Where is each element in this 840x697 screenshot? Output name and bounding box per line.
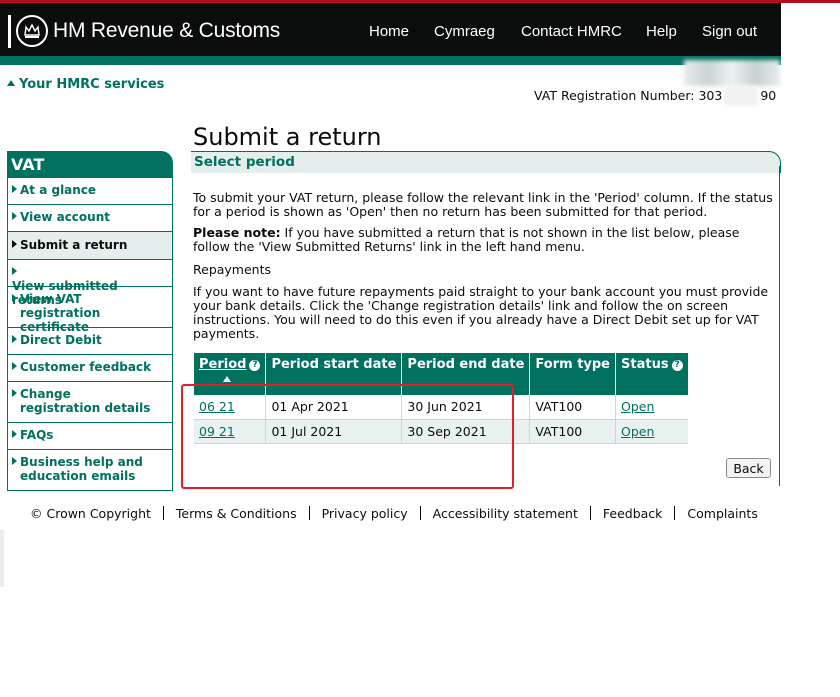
- form-type: VAT100: [529, 395, 617, 420]
- footer-feedback[interactable]: Feedback: [603, 506, 663, 521]
- sidebar-item-label: View account: [20, 210, 110, 224]
- triangle-right-icon: [12, 240, 17, 248]
- vat-number-label: VAT Registration Number: 303: [534, 88, 723, 103]
- status-link[interactable]: Open: [621, 424, 654, 439]
- nav-home[interactable]: Home: [369, 23, 409, 40]
- help-icon[interactable]: ?: [671, 360, 683, 371]
- triangle-right-icon: [12, 457, 17, 465]
- sidebar-item-label: At a glance: [20, 183, 97, 197]
- triangle-right-icon: [12, 212, 17, 220]
- nav-contact-hmrc[interactable]: Contact HMRC: [521, 23, 622, 40]
- footer-separator: [674, 506, 676, 520]
- intro-text: To submit your VAT return, please follow…: [193, 190, 773, 219]
- sort-up-icon: [223, 376, 231, 382]
- sidebar-item-label: Change registration details: [20, 387, 151, 415]
- services-link-label[interactable]: Your HMRC services: [19, 77, 164, 92]
- page-title: Submit a return: [193, 123, 382, 151]
- col-status: Status?: [615, 353, 688, 395]
- panel-header: Select period: [191, 151, 781, 173]
- triangle-right-icon: [12, 267, 17, 275]
- status-link[interactable]: Open: [621, 399, 654, 414]
- triangle-right-icon: [12, 430, 17, 438]
- footer-terms[interactable]: Terms & Conditions: [176, 506, 297, 521]
- annotation-highlight-box: [181, 384, 514, 489]
- sidebar-item-view-account[interactable]: View account: [7, 205, 173, 232]
- sidebar-item-change-registration-details[interactable]: Change registration details: [7, 382, 173, 423]
- footer-separator: [419, 506, 421, 520]
- redacted-area: [684, 60, 780, 86]
- sidebar-item-view-vat-certificate[interactable]: View VAT registration certificate: [7, 287, 173, 334]
- footer-separator: [308, 506, 310, 520]
- please-note-label: Please note:: [193, 225, 281, 240]
- panel-border: [779, 166, 780, 486]
- sidebar-item-submit-a-return[interactable]: Submit a return: [7, 232, 173, 260]
- site-header: HM Revenue & Customs Home Cymraeg Contac…: [0, 3, 781, 56]
- sidebar-item-business-help[interactable]: Business help and education emails: [7, 450, 173, 491]
- header-green-stripe: [0, 56, 781, 65]
- footer-crown-copyright[interactable]: © Crown Copyright: [30, 506, 151, 521]
- nav-sign-out[interactable]: Sign out: [702, 23, 757, 40]
- sidebar-item-label: Customer feedback: [20, 360, 152, 374]
- sort-period-link[interactable]: Period: [199, 357, 246, 372]
- footer-separator: [162, 506, 164, 520]
- header-divider: [8, 15, 11, 48]
- sidebar-item-faqs[interactable]: FAQs: [7, 423, 173, 450]
- footer-complaints[interactable]: Complaints: [687, 506, 757, 521]
- triangle-right-icon: [12, 389, 17, 397]
- repayments-text: If you want to have future repayments pa…: [193, 284, 769, 341]
- sidebar-item-at-a-glance[interactable]: At a glance: [7, 178, 173, 205]
- sidebar-item-label: Submit a return: [20, 238, 128, 252]
- footer-accessibility[interactable]: Accessibility statement: [433, 506, 578, 521]
- help-icon[interactable]: ?: [249, 360, 261, 371]
- panel-subtitle: Select period: [194, 154, 295, 170]
- form-type: VAT100: [529, 419, 617, 444]
- triangle-right-icon: [12, 335, 17, 343]
- triangle-up-icon: [7, 80, 15, 86]
- triangle-right-icon: [12, 362, 17, 370]
- sidebar-item-label: Direct Debit: [20, 333, 102, 347]
- nav-cymraeg[interactable]: Cymraeg: [434, 23, 495, 40]
- left-edge-scroll-strip: [0, 530, 4, 587]
- sidebar-item-view-submitted-returns[interactable]: View submitted returns: [7, 260, 173, 307]
- sidebar-item-direct-debit[interactable]: Direct Debit: [7, 328, 173, 355]
- triangle-right-icon: [12, 294, 17, 302]
- crown-crest-icon: [16, 15, 48, 47]
- brand-name[interactable]: HM Revenue & Customs: [53, 19, 280, 43]
- your-hmrc-services-link[interactable]: Your HMRC services: [7, 77, 164, 92]
- redacted-vat-digits: [724, 86, 758, 106]
- repayments-heading: Repayments: [193, 262, 272, 277]
- nav-help[interactable]: Help: [646, 23, 677, 40]
- vat-number-end: 90: [760, 88, 777, 103]
- sidebar-item-customer-feedback[interactable]: Customer feedback: [7, 355, 173, 382]
- triangle-right-icon: [12, 185, 17, 193]
- back-button[interactable]: Back: [726, 458, 771, 478]
- footer-separator: [589, 506, 591, 520]
- footer-privacy[interactable]: Privacy policy: [322, 506, 408, 521]
- sidebar-item-label: Business help and education emails: [20, 455, 143, 483]
- page-footer: © Crown Copyright Terms & Conditions Priva…: [30, 506, 758, 521]
- sidebar: VAT At a glance View account Submit a re…: [7, 151, 173, 491]
- col-form-type: Form type: [529, 353, 617, 395]
- please-note-text: Please note: If you have submitted a ret…: [193, 226, 778, 254]
- sidebar-heading: VAT: [7, 151, 173, 178]
- sidebar-item-label: FAQs: [20, 428, 54, 442]
- status-header-label: Status: [621, 357, 669, 372]
